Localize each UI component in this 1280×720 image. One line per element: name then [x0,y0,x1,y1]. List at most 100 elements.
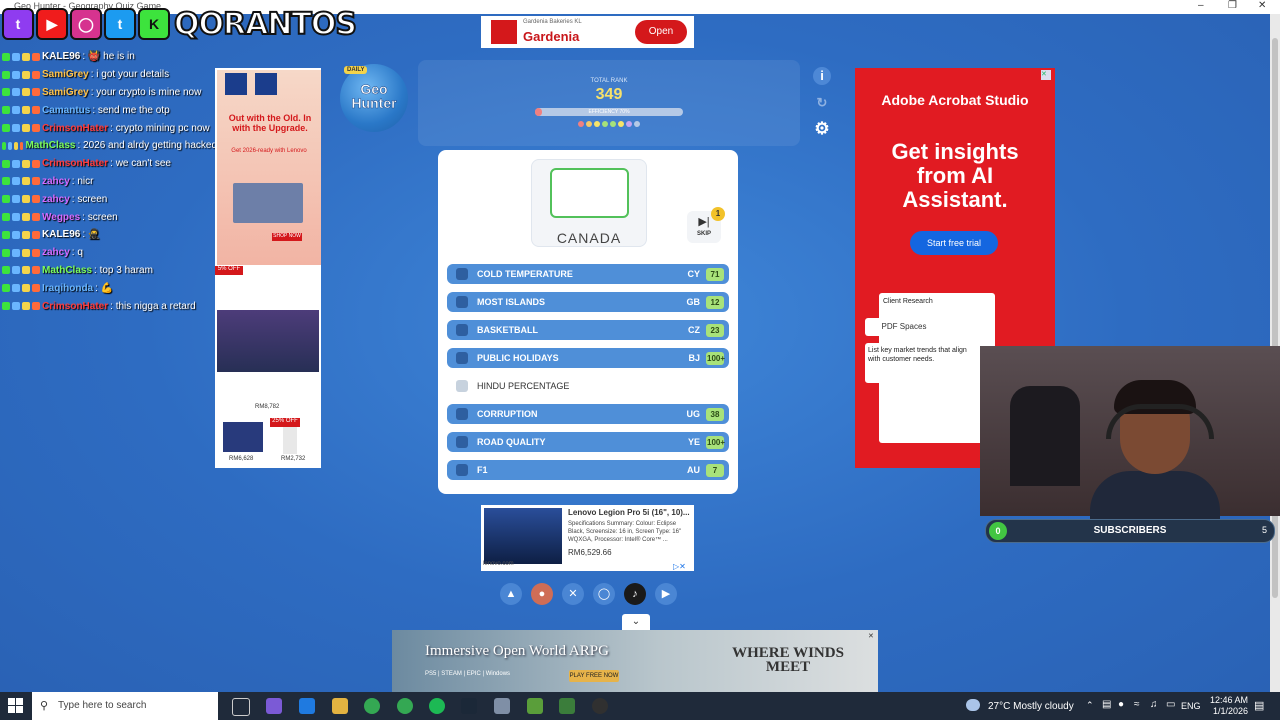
chat-message: MathClass: top 3 haram [2,262,217,280]
search-icon: ⚲ [40,700,49,712]
chat-username[interactable]: Wegpes [42,212,80,223]
start-free-trial-button[interactable]: Start free trial [910,231,998,255]
file-explorer-icon[interactable] [332,698,348,714]
volume-icon[interactable]: ♫ [1150,699,1158,710]
chat-username[interactable]: MathClass [25,140,75,151]
trophy-icon[interactable]: ▲ [500,583,522,605]
gaming-pc-image[interactable] [217,310,319,372]
category-row[interactable]: CORRUPTION UG 38 [447,404,729,424]
laptop-image[interactable] [223,422,263,452]
ad-left[interactable]: Out with the Old. In with the Upgrade. G… [215,68,321,468]
ad-choices-icon[interactable]: ✕ [1041,70,1051,80]
close-icon[interactable]: ✕ [1258,0,1266,11]
ad-left-shop-button[interactable]: SHOP NOW [272,233,302,241]
weather-icon[interactable] [966,699,980,711]
category-row[interactable]: ROAD QUALITY YE 100+ [447,432,729,452]
country-panel: CANADA [531,159,647,247]
chat-username[interactable]: Iraqihonda [42,283,93,294]
battery-icon[interactable]: ▭ [1166,699,1175,710]
clock[interactable]: 12:46 AM 1/1/2026 [1198,695,1248,717]
restore-icon[interactable]: ❐ [1228,0,1237,11]
taskbar: ⚲ Type here to search 27°C Mostly cloudy… [0,692,1280,720]
ad-banner-game-logo: WHERE WINDS MEET [732,645,844,675]
taskbar-search[interactable]: ⚲ Type here to search [32,692,218,720]
chat-message: Iraqihonda: 💪 [2,279,217,297]
category-row[interactable]: COLD TEMPERATURE CY 71 [447,264,729,284]
refresh-icon[interactable]: ↻ [813,94,831,112]
chat-username[interactable]: zahcy [42,247,70,258]
x-icon[interactable]: ✕ [562,583,584,605]
chat-text: : screen [82,211,118,223]
chat-username[interactable]: zahcy [42,176,70,187]
chevron-up-icon[interactable]: ⌃ [1086,700,1094,711]
chat-username[interactable]: CrimsonHater [42,123,108,134]
chat-username[interactable]: MathClass [42,265,92,276]
windows-start-icon[interactable] [8,698,24,714]
category-row[interactable]: MOST ISLANDS GB 12 [447,292,729,312]
category-rank-badge: 71 [706,267,724,281]
ad-top-name: Gardenia [523,29,580,44]
chat-message: KALE96: 🥷 [2,226,217,244]
ad-left-headline: Out with the Old. In with the Upgrade. [228,113,312,133]
category-row[interactable]: PUBLIC HOLIDAYS BJ 100+ [447,348,729,368]
chat-username[interactable]: SamiGrey [42,69,89,80]
intel-logo [225,73,247,95]
task-view-icon[interactable] [232,698,250,716]
youtube-icon[interactable]: ▶ [655,583,677,605]
category-row[interactable]: HINDU PERCENTAGE [447,376,729,396]
ad-bottom-title: Lenovo Legion Pro 5i (16", 10)... [568,508,690,517]
category-row[interactable]: BASKETBALL CZ 23 [447,320,729,340]
wifi-icon[interactable]: ≈ [1134,699,1140,710]
chat-text: : crypto mining pc now [110,122,210,134]
microphone-icon[interactable]: ● [1118,699,1124,710]
spotify-icon[interactable] [429,698,445,714]
ad-choices-icon[interactable]: ▷✕ [673,562,686,571]
edge-icon[interactable] [299,698,315,714]
instagram-icon[interactable]: ◯ [593,583,615,605]
ad-top[interactable]: Gardenia Bakeries KL Gardenia Open [481,16,694,48]
obs-icon[interactable] [592,698,608,714]
chevron-down-icon[interactable]: ⌄ [622,614,650,630]
chat-username[interactable]: Camantus [42,105,90,116]
copilot-icon[interactable] [266,698,282,714]
category-label: F1 [477,465,488,475]
category-row[interactable]: F1 AU 7 [447,460,729,480]
category-label: HINDU PERCENTAGE [477,381,570,391]
chat-badge-icon [2,159,10,168]
chat-badge-icon [12,266,20,275]
reddit-icon[interactable]: ● [531,583,553,605]
chat-text: : i got your details [90,69,170,81]
chat-badge-icon [12,195,20,204]
chat-username[interactable]: SamiGrey [42,87,89,98]
chat-badge-icon [12,124,20,133]
notification-icon[interactable]: ▤ [1254,699,1264,712]
chat-username[interactable]: KALE96 [42,51,80,62]
daily-tag: DAILY [344,66,368,74]
ad-close-icon[interactable]: ✕ [868,632,874,640]
ad-banner[interactable]: Immersive Open World ARPG PS5 | STEAM | … [392,630,878,692]
efficiency-bar: EFFICIENCY 70% [535,108,683,116]
steam-icon[interactable] [461,698,477,714]
chat-username[interactable]: CrimsonHater [42,301,108,312]
minecraft-icon[interactable] [527,698,543,714]
chat-username[interactable]: CrimsonHater [42,158,108,169]
minecraft-icon[interactable] [559,698,575,714]
tiktok-icon[interactable]: ♪ [624,583,646,605]
app-icon[interactable] [494,698,510,714]
geo-hunter-logo[interactable]: DAILY Geo Hunter [340,64,408,132]
ad-banner-play-button[interactable]: PLAY FREE NOW [569,670,619,682]
chat-username[interactable]: KALE96 [42,229,80,240]
weather-text[interactable]: 27°C Mostly cloudy [988,701,1074,712]
chrome-icon[interactable] [364,698,380,714]
settings-gear-icon[interactable]: ⚙ [813,120,831,138]
network-icon[interactable]: ▤ [1102,699,1111,710]
chrome-icon[interactable] [397,698,413,714]
chat-username[interactable]: zahcy [42,194,70,205]
ad-top-open-button[interactable]: Open [635,20,687,44]
ad-bottom[interactable]: Lenovo Legion Pro 5i (16", 10)... Specif… [481,505,694,571]
chat-badge-icon [22,70,30,79]
skip-button[interactable]: ▶| SKIP 1 [687,207,725,243]
minimize-icon[interactable]: – [1198,0,1204,11]
ad-left-hero[interactable] [217,70,321,265]
info-icon[interactable]: i [813,67,831,85]
